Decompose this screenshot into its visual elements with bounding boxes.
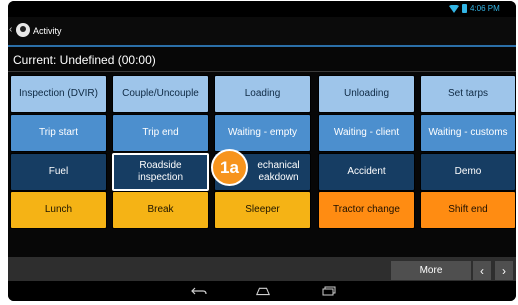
- activity-button-tractor-change[interactable]: Tractor change: [318, 191, 415, 229]
- mechanical-line-2: eakdown: [258, 172, 299, 183]
- wifi-icon: [449, 5, 459, 13]
- back-chevron-icon[interactable]: ‹: [9, 24, 12, 36]
- activity-button-fuel[interactable]: Fuel: [10, 153, 107, 191]
- action-bar: ‹ Activity: [8, 17, 516, 47]
- activity-button-trip-start[interactable]: Trip start: [10, 114, 107, 152]
- current-status-text: Current: Undefined (00:00): [13, 53, 156, 67]
- activity-button-inspection-dvir[interactable]: Inspection (DVIR): [10, 75, 107, 113]
- more-button[interactable]: More: [391, 261, 471, 280]
- activity-button-couple-uncouple[interactable]: Couple/Uncouple: [112, 75, 209, 113]
- status-bar: 4:06 PM: [8, 1, 516, 17]
- activity-button-waiting-client[interactable]: Waiting - client: [318, 114, 415, 152]
- activity-button-break[interactable]: Break: [112, 191, 209, 229]
- app-logo-icon[interactable]: [16, 23, 30, 37]
- callout-marker: 1a: [211, 149, 248, 186]
- activity-button-unloading[interactable]: Unloading: [318, 75, 415, 113]
- activity-button-sleeper[interactable]: Sleeper: [214, 191, 311, 229]
- activity-button-set-tarps[interactable]: Set tarps: [420, 75, 516, 113]
- activity-button-accident[interactable]: Accident: [318, 153, 415, 191]
- status-time: 4:06 PM: [470, 4, 500, 13]
- activity-button-waiting-empty[interactable]: Waiting - empty: [214, 114, 311, 152]
- recents-icon[interactable]: [321, 285, 337, 297]
- divider: [8, 71, 516, 72]
- mechanical-line-1: echanical: [257, 160, 300, 171]
- next-page-button[interactable]: ›: [495, 261, 513, 280]
- activity-button-loading[interactable]: Loading: [214, 75, 311, 113]
- page-title: Activity: [33, 26, 62, 36]
- activity-button-lunch[interactable]: Lunch: [10, 191, 107, 229]
- activity-button-shift-end[interactable]: Shift end: [420, 191, 516, 229]
- device-frame: 4:06 PM ‹ Activity Current: Undefined (0…: [0, 0, 518, 305]
- activity-button-demo[interactable]: Demo: [420, 153, 516, 191]
- back-icon[interactable]: [191, 285, 207, 297]
- battery-icon: [462, 4, 467, 13]
- tablet-screen: 4:06 PM ‹ Activity Current: Undefined (0…: [8, 1, 516, 301]
- activity-button-waiting-customs[interactable]: Waiting - customs: [420, 114, 516, 152]
- previous-page-button[interactable]: ‹: [473, 261, 491, 280]
- home-icon[interactable]: [255, 285, 271, 297]
- activity-button-trip-end[interactable]: Trip end: [112, 114, 209, 152]
- activity-button-roadside-inspection[interactable]: Roadside inspection: [112, 153, 209, 191]
